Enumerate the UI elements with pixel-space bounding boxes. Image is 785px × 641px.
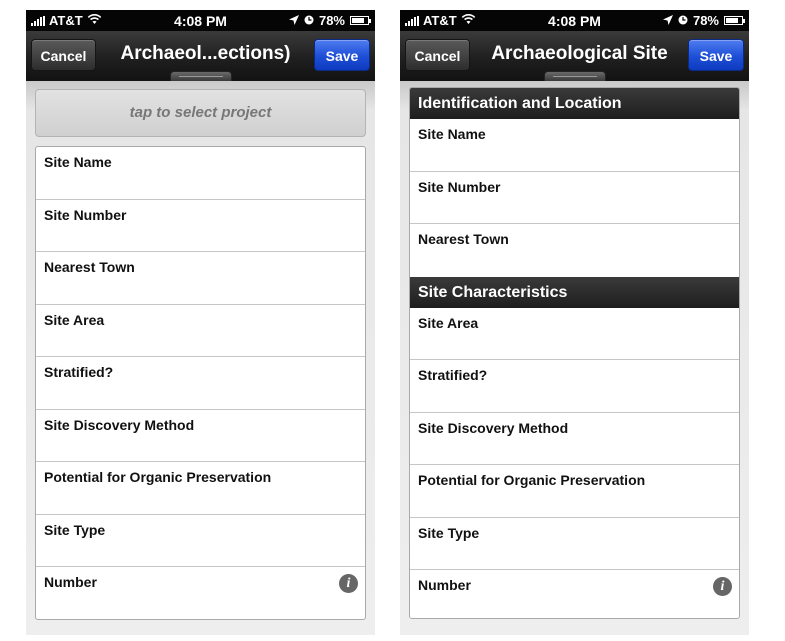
location-arrow-icon (662, 13, 673, 28)
nav-bar: Cancel Archaeol...ections) Save (26, 31, 375, 81)
nav-title: Archaeological Site (491, 43, 668, 64)
alarm-clock-icon (304, 13, 314, 28)
field-row-site-type[interactable]: Site Type (410, 518, 739, 570)
field-label: Site Name (44, 154, 112, 170)
field-row-discovery-method[interactable]: Site Discovery Method (410, 413, 739, 465)
section-header-characteristics: Site Characteristics (410, 276, 739, 308)
nav-bar: Cancel Archaeological Site Save (400, 31, 749, 81)
battery-percent: 78% (692, 13, 719, 28)
phone-screen-left: AT&T 4:08 PM 78% Cancel Archaeol...ectio… (26, 10, 375, 635)
field-label: Stratified? (44, 364, 114, 380)
info-icon[interactable]: i (713, 577, 732, 596)
field-row-site-name[interactable]: Site Name (410, 119, 739, 172)
field-row-stratified[interactable]: Stratified? (410, 360, 739, 413)
field-row-number[interactable]: Number i (410, 570, 739, 618)
field-label: Number (418, 577, 471, 593)
field-label: Number (44, 574, 97, 590)
field-label: Site Name (418, 126, 486, 142)
field-label: Site Type (418, 524, 480, 541)
form-content: Identification and Location Site Name Si… (400, 81, 749, 635)
field-label: Site Number (44, 206, 127, 223)
field-label: Site Area (44, 311, 105, 328)
cancel-button[interactable]: Cancel (405, 39, 470, 71)
field-row-stratified[interactable]: Stratified? (36, 357, 365, 410)
section-characteristics: Site Area Stratified? Site Discovery Met… (410, 308, 739, 619)
field-list: Site Name Site Number Nearest Town Site … (35, 146, 366, 620)
field-label: Site Number (418, 178, 501, 195)
field-label: Nearest Town (44, 259, 135, 275)
field-label: Site Discovery Method (418, 419, 569, 436)
field-row-nearest-town[interactable]: Nearest Town (410, 224, 739, 277)
field-row-organic-preservation[interactable]: Potential for Organic Preservation (410, 465, 739, 518)
field-label: Site Discovery Method (44, 416, 195, 433)
sectioned-field-list: Identification and Location Site Name Si… (409, 87, 740, 619)
nav-title: Archaeol...ections) (120, 43, 291, 64)
location-arrow-icon (288, 13, 299, 28)
section-header-identification: Identification and Location (410, 88, 739, 119)
battery-percent: 78% (318, 13, 345, 28)
drag-handle[interactable] (543, 71, 606, 81)
field-label: Stratified? (418, 367, 488, 383)
drag-handle[interactable] (169, 71, 232, 81)
field-label: Potential for Organic Preservation (418, 472, 646, 488)
battery-icon (350, 16, 371, 25)
field-label: Nearest Town (418, 231, 509, 247)
field-row-nearest-town[interactable]: Nearest Town (36, 252, 365, 305)
status-bar: AT&T 4:08 PM 78% (400, 10, 749, 31)
field-label: Potential for Organic Preservation (44, 469, 272, 485)
field-label: Site Type (44, 521, 106, 538)
cancel-button[interactable]: Cancel (31, 39, 96, 71)
field-label: Site Area (418, 314, 479, 331)
battery-icon (724, 16, 745, 25)
field-row-discovery-method[interactable]: Site Discovery Method (36, 410, 365, 462)
form-content: tap to select project Site Name Site Num… (26, 81, 375, 635)
field-row-site-type[interactable]: Site Type (36, 515, 365, 567)
field-row-site-name[interactable]: Site Name (36, 147, 365, 200)
save-button[interactable]: Save (688, 39, 744, 71)
section-identification: Site Name Site Number Nearest Town (410, 119, 739, 277)
field-row-site-area[interactable]: Site Area (410, 308, 739, 360)
field-row-number[interactable]: Number i (36, 567, 365, 619)
field-row-organic-preservation[interactable]: Potential for Organic Preservation (36, 462, 365, 515)
select-project-button[interactable]: tap to select project (35, 89, 366, 137)
info-icon[interactable]: i (339, 574, 358, 593)
phone-screen-right: AT&T 4:08 PM 78% Cancel Archaeological S… (400, 10, 749, 635)
save-button[interactable]: Save (314, 39, 370, 71)
field-row-site-area[interactable]: Site Area (36, 305, 365, 357)
alarm-clock-icon (678, 13, 688, 28)
field-row-site-number[interactable]: Site Number (36, 200, 365, 252)
status-bar: AT&T 4:08 PM 78% (26, 10, 375, 31)
field-row-site-number[interactable]: Site Number (410, 172, 739, 224)
